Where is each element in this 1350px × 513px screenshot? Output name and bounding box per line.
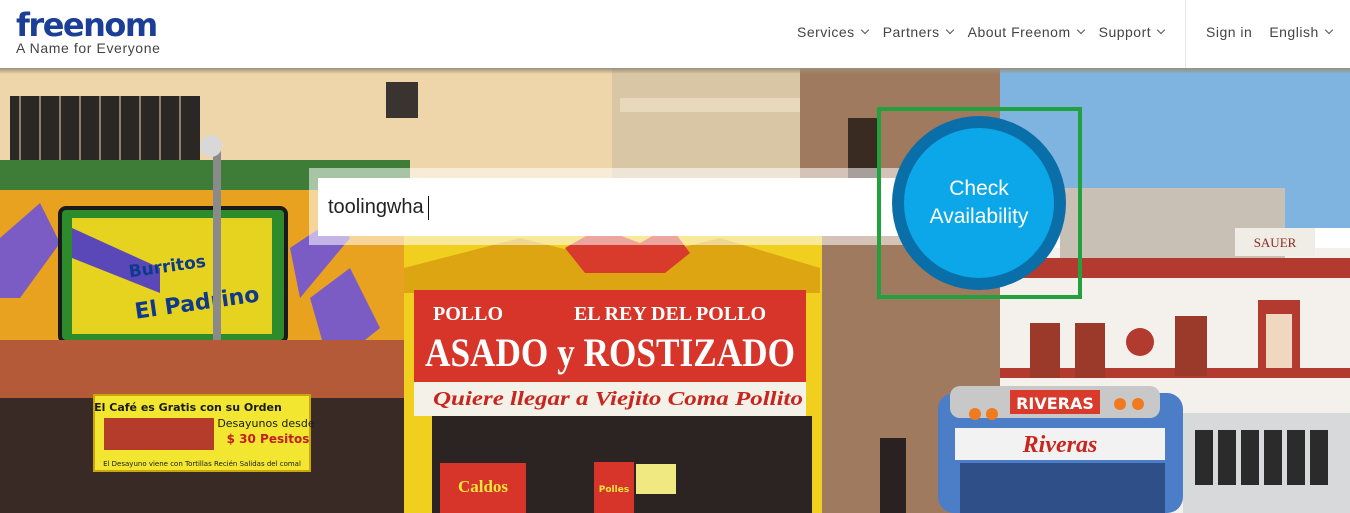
sign-in-label: Sign in — [1206, 24, 1253, 40]
pollo-sign-main: ASADO y ROSTIZADO — [425, 330, 795, 375]
check-availability-line1: Check — [949, 177, 1009, 200]
chevron-down-icon — [1076, 25, 1085, 35]
nav-about[interactable]: About Freenom — [967, 24, 1085, 40]
cafe-banner-line2: Desayunos desde — [217, 417, 315, 430]
cafe-banner-line3: $ 30 Pesitos — [227, 432, 310, 446]
logo-tagline: A Name for Everyone — [16, 40, 161, 56]
logo-wordmark: freenom — [16, 6, 158, 44]
polles-sign: Polles — [599, 485, 629, 495]
language-selector[interactable]: English — [1269, 24, 1333, 40]
main-nav: Services Partners About Freenom Support — [797, 24, 1179, 40]
check-availability-face: Check Availability — [904, 128, 1054, 278]
language-label: English — [1269, 24, 1319, 40]
bus-destination: RIVERAS — [1016, 394, 1094, 413]
account-nav: Sign in English — [1206, 24, 1349, 40]
pollo-sign-top-right: EL REY DEL POLLO — [574, 303, 766, 325]
check-availability-line2: Availability — [929, 205, 1029, 228]
nav-partners[interactable]: Partners — [882, 24, 954, 40]
bus-script-sign: Riveras — [1022, 432, 1098, 458]
nav-partners-label: Partners — [882, 24, 940, 40]
chevron-down-icon — [860, 25, 869, 35]
pollo-sign-top-left: POLLO — [433, 303, 503, 325]
chevron-down-icon — [945, 25, 954, 35]
cafe-banner-line1: El Café es Gratis con su Orden — [94, 401, 282, 414]
header-shadow — [0, 68, 1350, 74]
sign-in-link[interactable]: Sign in — [1206, 24, 1252, 40]
cafe-banner-line4: El Desayuno viene con Tortillas Recién S… — [103, 460, 301, 468]
street-scene-image: SAUER Burritos El Padrino El Café es Gra… — [0, 68, 1350, 513]
freenom-logo[interactable]: freenom A Name for Everyone — [16, 8, 160, 56]
chevron-down-icon — [1324, 25, 1333, 35]
site-header: freenom A Name for Everyone Services Par… — [0, 0, 1350, 68]
check-availability-button[interactable]: Check Availability — [892, 116, 1066, 290]
nav-support-label: Support — [1098, 24, 1152, 40]
nav-services[interactable]: Services — [797, 24, 869, 40]
text-caret — [428, 196, 429, 220]
nav-support[interactable]: Support — [1098, 24, 1166, 40]
nav-services-label: Services — [797, 24, 855, 40]
pollo-sign-sub: Quiere llegar a Viejito Coma Pollito — [433, 388, 803, 410]
caldos-sign: Caldos — [458, 477, 508, 496]
chevron-down-icon — [1156, 25, 1166, 35]
hero-banner: SAUER Burritos El Padrino El Café es Gra… — [0, 68, 1350, 513]
domain-search-input[interactable] — [318, 178, 903, 236]
sauer-sign: SAUER — [1254, 235, 1297, 250]
nav-about-label: About Freenom — [967, 24, 1071, 40]
nav-divider — [1185, 0, 1186, 68]
